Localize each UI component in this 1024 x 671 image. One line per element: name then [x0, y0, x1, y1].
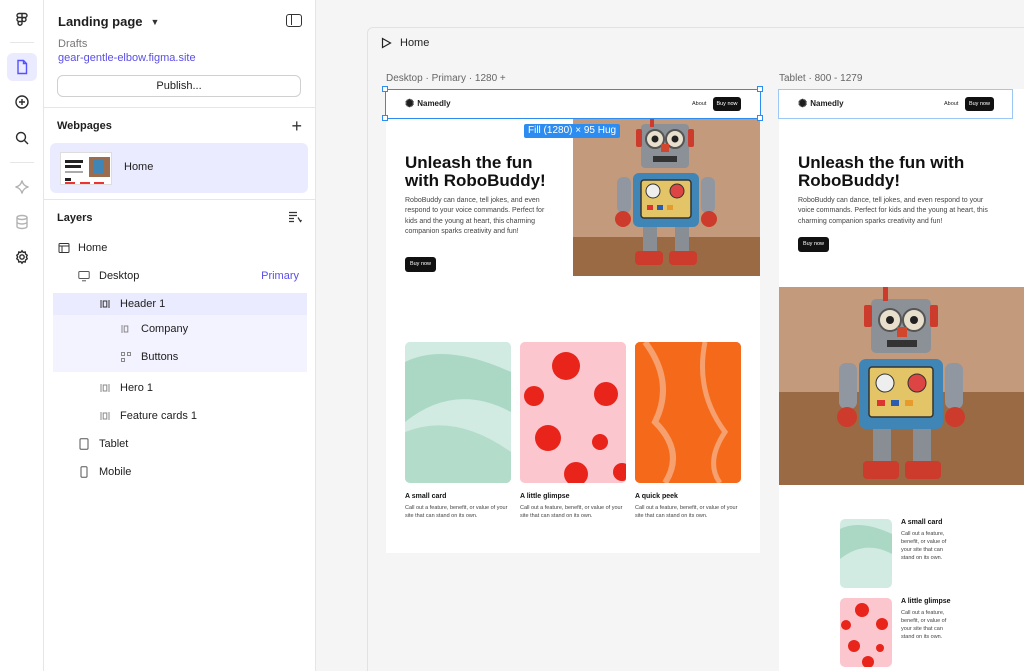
add-icon[interactable] — [7, 88, 37, 116]
hero-title: Unleash the fun with RoboBuddy! — [798, 153, 965, 190]
layer-label: Tablet — [99, 438, 129, 450]
card-image-green — [405, 342, 511, 483]
resize-handle[interactable] — [382, 115, 388, 121]
resize-handle[interactable] — [382, 86, 388, 92]
layer-label: Header 1 — [120, 298, 166, 310]
card-desc: Call out a feature, benefit, or value of… — [520, 505, 623, 519]
card-image-orange — [635, 342, 741, 483]
tablet-breakpoint-label[interactable]: Tablet · 800 - 1279 — [779, 73, 862, 84]
card-desc: Call out a feature, benefit, or value of… — [635, 505, 738, 519]
hover-outline — [778, 89, 1013, 119]
robot-image — [779, 287, 1024, 485]
page-thumbnail — [60, 152, 112, 185]
card-desc: Call out a feature, benefit, or value of… — [901, 531, 947, 561]
file-title: Landing page — [58, 14, 143, 29]
pages-icon[interactable] — [7, 53, 37, 81]
hero-buy-button[interactable]: Buy now — [405, 257, 436, 272]
preview-page-name: Home — [400, 37, 430, 49]
frame-grid-icon — [121, 352, 131, 362]
page-item-home[interactable]: Home — [50, 143, 308, 193]
layers-heading: Layers — [57, 212, 93, 224]
layer-label: Home — [78, 242, 108, 254]
tablet-icon — [79, 438, 89, 450]
robot-image — [573, 119, 760, 276]
play-icon[interactable] — [380, 37, 392, 49]
hero-body: RoboBuddy can dance, tell jokes, and eve… — [798, 197, 988, 225]
frame-horizontal-icon — [100, 300, 110, 308]
card-title: A little glimpse — [520, 493, 570, 500]
drafts-label: Drafts — [58, 38, 88, 50]
settings-gear-icon[interactable] — [7, 243, 37, 271]
layer-desktop[interactable]: Desktop Primary — [53, 265, 307, 287]
layer-label: Buttons — [141, 351, 179, 363]
database-icon[interactable] — [7, 208, 37, 236]
card-title: A small card — [405, 493, 447, 500]
layers-sort-icon[interactable] — [288, 211, 302, 223]
webpage-icon — [58, 243, 70, 253]
sparkle-icon[interactable] — [7, 173, 37, 201]
desktop-page[interactable]: ✺ Namedly About Buy now Unleash the fun … — [386, 89, 760, 553]
hero-body: RoboBuddy can dance, tell jokes, and eve… — [405, 197, 545, 235]
layer-header-1[interactable]: Header 1 — [53, 293, 307, 315]
layer-buttons[interactable]: Buttons — [53, 343, 307, 372]
figma-logo-icon[interactable] — [7, 6, 37, 34]
add-page-icon[interactable]: + — [291, 117, 302, 135]
layer-home[interactable]: Home — [53, 237, 307, 259]
mobile-icon — [80, 466, 88, 478]
desktop-breakpoint-label[interactable]: Desktop · Primary · 1280 + — [386, 73, 506, 84]
webpages-heading: Webpages — [57, 120, 112, 132]
toggle-sidebar-icon[interactable] — [286, 14, 302, 27]
frame-horizontal-icon — [121, 325, 129, 333]
chevron-down-icon: ▼ — [150, 16, 160, 27]
layer-tablet[interactable]: Tablet — [53, 433, 307, 455]
search-icon[interactable] — [7, 124, 37, 152]
card-title: A small card — [901, 519, 943, 526]
card-image-pink — [840, 598, 892, 667]
tool-rail — [0, 0, 44, 671]
pages-panel: Landing page ▼ Drafts gear-gentle-elbow.… — [44, 0, 316, 671]
layer-mobile[interactable]: Mobile — [53, 461, 307, 483]
canvas[interactable]: Home Desktop · Primary · 1280 + Tablet ·… — [316, 0, 1024, 671]
resize-handle[interactable] — [757, 115, 763, 121]
card-desc: Call out a feature, benefit, or value of… — [901, 610, 947, 640]
layer-label: Mobile — [99, 466, 132, 478]
layer-company[interactable]: Company — [53, 315, 307, 343]
dimension-tag: Fill (1280) × 95 Hug — [524, 124, 621, 138]
site-url-link[interactable]: gear-gentle-elbow.figma.site — [58, 52, 196, 64]
frame-horizontal-icon — [100, 384, 110, 392]
card-image-pink — [520, 342, 626, 483]
file-title-dropdown[interactable]: Landing page ▼ — [58, 14, 159, 29]
card-desc: Call out a feature, benefit, or value of… — [405, 505, 508, 519]
tablet-page[interactable]: ✺ Namedly About Buy now Unleash the fun … — [779, 89, 1024, 671]
layer-feature-cards-1[interactable]: Feature cards 1 — [53, 405, 307, 427]
desktop-icon — [78, 271, 90, 282]
card-image-green — [840, 519, 892, 588]
publish-button[interactable]: Publish... — [57, 75, 301, 97]
resize-handle[interactable] — [757, 86, 763, 92]
selection-box — [385, 89, 761, 119]
layer-label: Hero 1 — [120, 382, 154, 394]
card-title: A little glimpse — [901, 598, 951, 605]
frame-horizontal-icon — [100, 412, 110, 420]
layer-label: Company — [141, 323, 189, 335]
layer-label: Desktop — [99, 270, 140, 282]
page-name: Home — [124, 161, 154, 173]
hero-buy-button[interactable]: Buy now — [798, 237, 829, 252]
layer-hero-1[interactable]: Hero 1 — [53, 377, 307, 399]
card-title: A quick peek — [635, 493, 678, 500]
preview-bar[interactable]: Home — [380, 37, 429, 49]
layer-label: Feature cards 1 — [120, 410, 198, 422]
hero-title: Unleash the fun with RoboBuddy! — [405, 153, 546, 190]
primary-badge: Primary — [261, 270, 299, 282]
